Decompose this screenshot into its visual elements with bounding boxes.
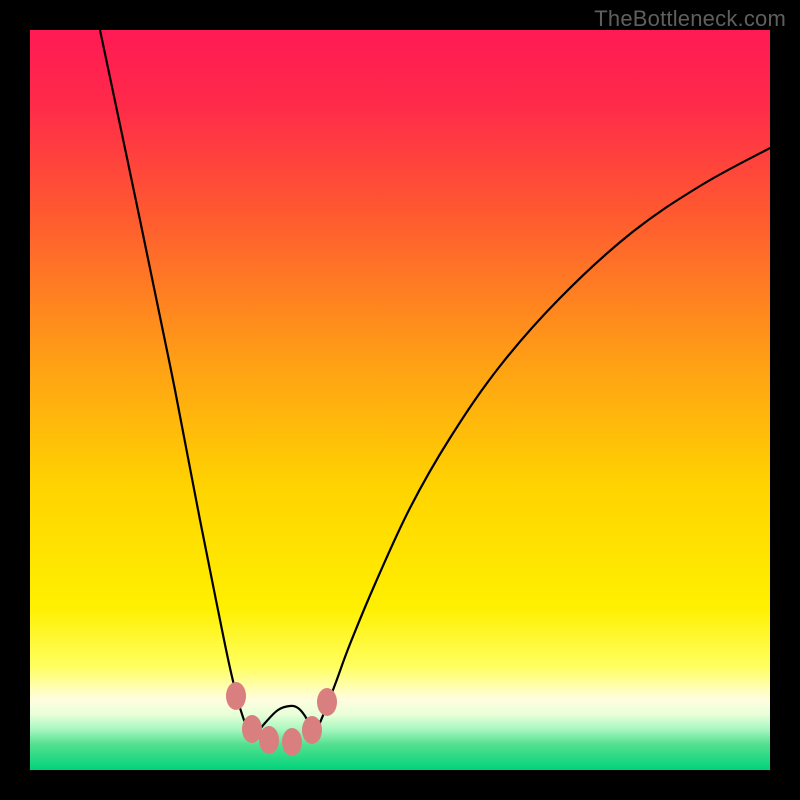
attribution-text: TheBottleneck.com bbox=[594, 6, 786, 32]
bottleneck-curve bbox=[30, 30, 770, 770]
curve-marker bbox=[317, 688, 337, 716]
curve-marker bbox=[242, 715, 262, 743]
chart-frame bbox=[30, 30, 770, 770]
curve-marker bbox=[302, 716, 322, 744]
curve-marker bbox=[259, 726, 279, 754]
curve-marker bbox=[226, 682, 246, 710]
curve-marker bbox=[282, 728, 302, 756]
